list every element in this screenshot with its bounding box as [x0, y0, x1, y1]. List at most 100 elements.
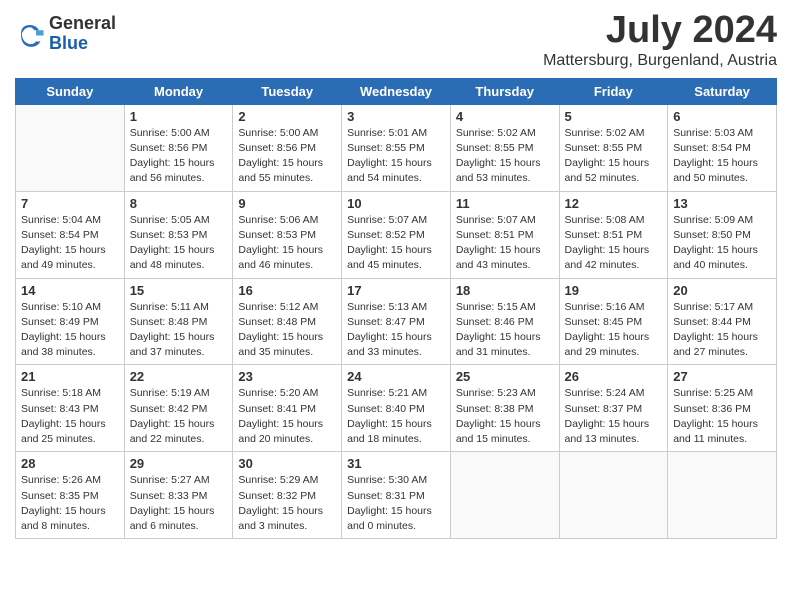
- month-title: July 2024: [543, 10, 777, 52]
- location-title: Mattersburg, Burgenland, Austria: [543, 52, 777, 70]
- calendar-cell: 8Sunrise: 5:05 AM Sunset: 8:53 PM Daylig…: [124, 191, 233, 278]
- day-number: 3: [347, 109, 445, 124]
- logo: General Blue: [15, 14, 116, 54]
- calendar-cell: [450, 452, 559, 539]
- cell-info: Sunrise: 5:30 AM Sunset: 8:31 PM Dayligh…: [347, 473, 445, 534]
- day-number: 16: [238, 283, 336, 298]
- calendar-cell: 31 Sunrise: 5:30 AM Sunset: 8:31 PM Dayli…: [342, 452, 451, 539]
- cell-info: Sunrise: 5:08 AM Sunset: 8:51 PM Dayligh…: [565, 213, 663, 274]
- cell-info: Sunrise: 5:23 AM Sunset: 8:38 PM Dayligh…: [456, 386, 554, 447]
- cell-info: Sunrise: 5:17 AM Sunset: 8:44 PM Dayligh…: [673, 300, 771, 361]
- calendar-cell: 6 Sunrise: 5:03 AM Sunset: 8:54 PM Daylig…: [668, 104, 777, 191]
- calendar-cell: 23Sunrise: 5:20 AM Sunset: 8:41 PM Dayli…: [233, 365, 342, 452]
- cell-info: Sunrise: 5:15 AM Sunset: 8:46 PM Dayligh…: [456, 300, 554, 361]
- day-number: 26: [565, 369, 663, 384]
- logo-general-text: General: [49, 14, 116, 34]
- weekday-header: Tuesday: [233, 78, 342, 104]
- day-number: 30: [238, 456, 336, 471]
- calendar-cell: 21 Sunrise: 5:18 AM Sunset: 8:43 PM Dayli…: [16, 365, 125, 452]
- cell-info: Sunrise: 5:11 AM Sunset: 8:48 PM Dayligh…: [130, 300, 228, 361]
- calendar-cell: 20 Sunrise: 5:17 AM Sunset: 8:44 PM Dayli…: [668, 278, 777, 365]
- calendar-cell: 11Sunrise: 5:07 AM Sunset: 8:51 PM Dayli…: [450, 191, 559, 278]
- day-number: 21: [21, 369, 119, 384]
- cell-info: Sunrise: 5:09 AM Sunset: 8:50 PM Dayligh…: [673, 213, 771, 274]
- calendar-cell: 19 Sunrise: 5:16 AM Sunset: 8:45 PM Dayli…: [559, 278, 668, 365]
- calendar-week-row: 28Sunrise: 5:26 AM Sunset: 8:35 PM Dayli…: [16, 452, 777, 539]
- calendar-cell: 26 Sunrise: 5:24 AM Sunset: 8:37 PM Dayli…: [559, 365, 668, 452]
- calendar-cell: [559, 452, 668, 539]
- calendar-cell: 2 Sunrise: 5:00 AM Sunset: 8:56 PM Daylig…: [233, 104, 342, 191]
- day-number: 8: [130, 196, 228, 211]
- cell-info: Sunrise: 5:01 AM Sunset: 8:55 PM Dayligh…: [347, 126, 445, 187]
- weekday-header: Friday: [559, 78, 668, 104]
- cell-info: Sunrise: 5:26 AM Sunset: 8:35 PM Dayligh…: [21, 473, 119, 534]
- cell-info: Sunrise: 5:13 AM Sunset: 8:47 PM Dayligh…: [347, 300, 445, 361]
- calendar-cell: 25Sunrise: 5:23 AM Sunset: 8:38 PM Dayli…: [450, 365, 559, 452]
- weekday-header: Thursday: [450, 78, 559, 104]
- cell-info: Sunrise: 5:18 AM Sunset: 8:43 PM Dayligh…: [21, 386, 119, 447]
- day-number: 9: [238, 196, 336, 211]
- day-number: 19: [565, 283, 663, 298]
- day-number: 7: [21, 196, 119, 211]
- cell-info: Sunrise: 5:07 AM Sunset: 8:52 PM Dayligh…: [347, 213, 445, 274]
- day-number: 13: [673, 196, 771, 211]
- day-number: 1: [130, 109, 228, 124]
- cell-info: Sunrise: 5:12 AM Sunset: 8:48 PM Dayligh…: [238, 300, 336, 361]
- day-number: 31: [347, 456, 445, 471]
- day-number: 23: [238, 369, 336, 384]
- cell-info: Sunrise: 5:16 AM Sunset: 8:45 PM Dayligh…: [565, 300, 663, 361]
- day-number: 2: [238, 109, 336, 124]
- calendar-cell: 10 Sunrise: 5:07 AM Sunset: 8:52 PM Dayli…: [342, 191, 451, 278]
- calendar-cell: 27 Sunrise: 5:25 AM Sunset: 8:36 PM Dayli…: [668, 365, 777, 452]
- day-number: 10: [347, 196, 445, 211]
- logo-text: General Blue: [49, 14, 116, 54]
- calendar-cell: 13 Sunrise: 5:09 AM Sunset: 8:50 PM Dayli…: [668, 191, 777, 278]
- calendar-cell: 15 Sunrise: 5:11 AM Sunset: 8:48 PM Dayli…: [124, 278, 233, 365]
- day-number: 18: [456, 283, 554, 298]
- day-number: 29: [130, 456, 228, 471]
- day-number: 22: [130, 369, 228, 384]
- day-number: 14: [21, 283, 119, 298]
- calendar-cell: 4 Sunrise: 5:02 AM Sunset: 8:55 PM Daylig…: [450, 104, 559, 191]
- cell-info: Sunrise: 5:25 AM Sunset: 8:36 PM Dayligh…: [673, 386, 771, 447]
- weekday-header: Wednesday: [342, 78, 451, 104]
- logo-blue-text: Blue: [49, 34, 116, 54]
- weekday-header: Monday: [124, 78, 233, 104]
- cell-info: Sunrise: 5:21 AM Sunset: 8:40 PM Dayligh…: [347, 386, 445, 447]
- day-number: 20: [673, 283, 771, 298]
- calendar-cell: 28Sunrise: 5:26 AM Sunset: 8:35 PM Dayli…: [16, 452, 125, 539]
- calendar-week-row: 7 Sunrise: 5:04 AM Sunset: 8:54 PM Daylig…: [16, 191, 777, 278]
- calendar-cell: 22 Sunrise: 5:19 AM Sunset: 8:42 PM Dayli…: [124, 365, 233, 452]
- calendar-week-row: 1 Sunrise: 5:00 AM Sunset: 8:56 PM Daylig…: [16, 104, 777, 191]
- header: General Blue July 2024 Mattersburg, Burg…: [15, 10, 777, 70]
- day-number: 24: [347, 369, 445, 384]
- cell-info: Sunrise: 5:24 AM Sunset: 8:37 PM Dayligh…: [565, 386, 663, 447]
- day-number: 15: [130, 283, 228, 298]
- calendar-cell: 9 Sunrise: 5:06 AM Sunset: 8:53 PM Daylig…: [233, 191, 342, 278]
- title-area: July 2024 Mattersburg, Burgenland, Austr…: [543, 10, 777, 70]
- calendar-cell: 24 Sunrise: 5:21 AM Sunset: 8:40 PM Dayli…: [342, 365, 451, 452]
- cell-info: Sunrise: 5:00 AM Sunset: 8:56 PM Dayligh…: [130, 126, 228, 187]
- calendar-cell: 1 Sunrise: 5:00 AM Sunset: 8:56 PM Daylig…: [124, 104, 233, 191]
- day-number: 6: [673, 109, 771, 124]
- cell-info: Sunrise: 5:19 AM Sunset: 8:42 PM Dayligh…: [130, 386, 228, 447]
- day-number: 4: [456, 109, 554, 124]
- calendar-cell: 3 Sunrise: 5:01 AM Sunset: 8:55 PM Daylig…: [342, 104, 451, 191]
- cell-info: Sunrise: 5:00 AM Sunset: 8:56 PM Dayligh…: [238, 126, 336, 187]
- calendar-cell: 17 Sunrise: 5:13 AM Sunset: 8:47 PM Dayli…: [342, 278, 451, 365]
- cell-info: Sunrise: 5:02 AM Sunset: 8:55 PM Dayligh…: [456, 126, 554, 187]
- calendar-week-row: 14 Sunrise: 5:10 AM Sunset: 8:49 PM Dayli…: [16, 278, 777, 365]
- calendar-cell: 5Sunrise: 5:02 AM Sunset: 8:55 PM Daylig…: [559, 104, 668, 191]
- calendar-table: SundayMondayTuesdayWednesdayThursdayFrid…: [15, 78, 777, 539]
- calendar-cell: 18 Sunrise: 5:15 AM Sunset: 8:46 PM Dayli…: [450, 278, 559, 365]
- calendar-cell: 16 Sunrise: 5:12 AM Sunset: 8:48 PM Dayli…: [233, 278, 342, 365]
- day-number: 27: [673, 369, 771, 384]
- day-number: 17: [347, 283, 445, 298]
- cell-info: Sunrise: 5:10 AM Sunset: 8:49 PM Dayligh…: [21, 300, 119, 361]
- cell-info: Sunrise: 5:06 AM Sunset: 8:53 PM Dayligh…: [238, 213, 336, 274]
- cell-info: Sunrise: 5:03 AM Sunset: 8:54 PM Dayligh…: [673, 126, 771, 187]
- cell-info: Sunrise: 5:04 AM Sunset: 8:54 PM Dayligh…: [21, 213, 119, 274]
- cell-info: Sunrise: 5:02 AM Sunset: 8:55 PM Dayligh…: [565, 126, 663, 187]
- calendar-cell: [668, 452, 777, 539]
- weekday-header: Saturday: [668, 78, 777, 104]
